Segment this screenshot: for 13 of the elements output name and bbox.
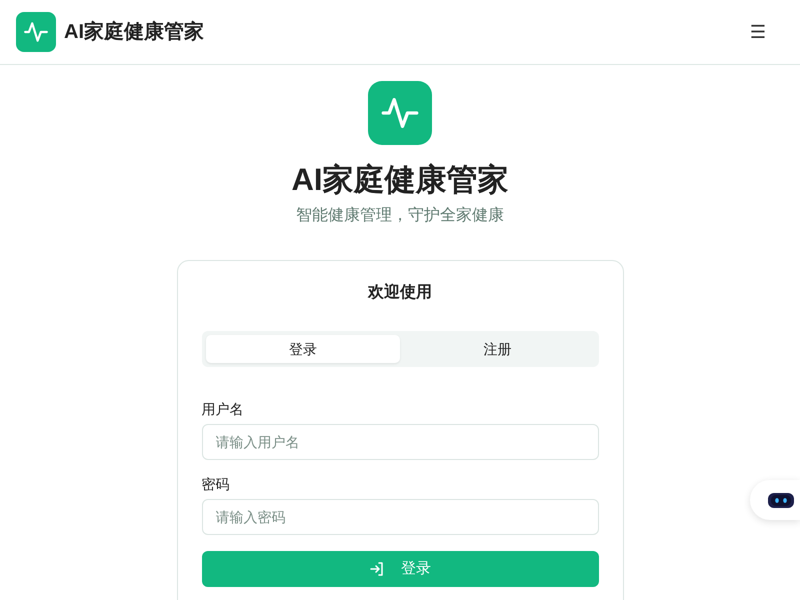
app-title: AI家庭健康管家 bbox=[64, 20, 204, 45]
input-field[interactable]: 请输入用户名 bbox=[202, 424, 598, 460]
hero-subtitle: 智能健康管理，守护全家健康 bbox=[296, 206, 504, 226]
login-icon bbox=[369, 561, 385, 578]
tab[interactable]: 注册 bbox=[400, 335, 594, 364]
menu-button[interactable]: ☰ bbox=[746, 18, 770, 46]
field-label: 用户名 bbox=[202, 400, 244, 420]
input-field[interactable]: 请输入密码 bbox=[202, 499, 598, 536]
tab[interactable]: 登录 bbox=[206, 335, 400, 364]
hero-title: AI家庭健康管家 bbox=[292, 161, 508, 198]
card-title: 欢迎使用 bbox=[366, 282, 433, 304]
assistant-button[interactable] bbox=[750, 480, 800, 520]
field-label: 密码 bbox=[202, 475, 230, 494]
